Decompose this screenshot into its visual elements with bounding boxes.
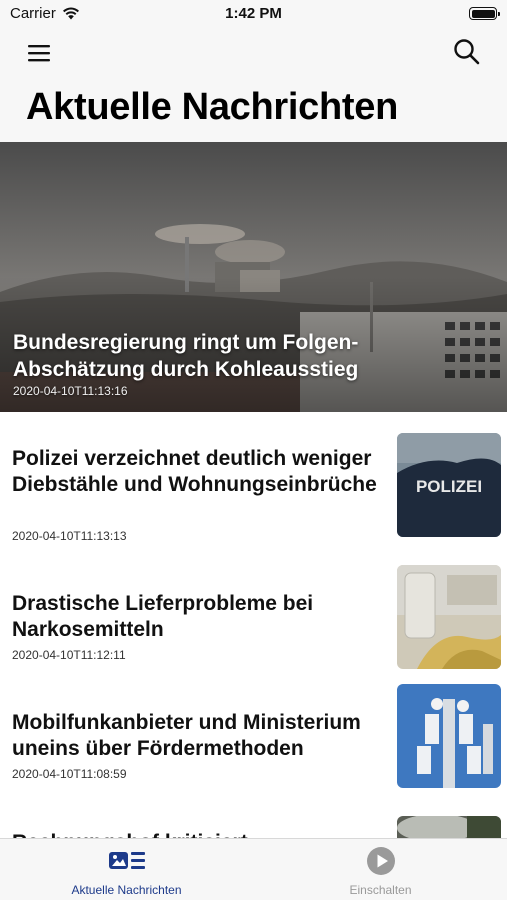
tab-label: Aktuelle Nachrichten (71, 883, 182, 897)
article-date: 2020-04-10T11:08:59 (12, 767, 127, 781)
article-thumbnail (397, 565, 501, 669)
article-title: Mobilfunkanbieter und Ministerium uneins… (12, 711, 361, 760)
list-item-article-1[interactable]: Polizei verzeichnet deutlich weniger Die… (0, 412, 507, 543)
tab-bar: Aktuelle Nachrichten Einschalten (0, 838, 507, 900)
article-title: Polizei verzeichnet deutlich weniger Die… (12, 447, 377, 496)
play-icon (366, 847, 395, 875)
article-title: Rechnungshof kritisiert (12, 830, 387, 838)
article-date: 2020-04-10T11:13:13 (12, 529, 127, 543)
page-title: Aktuelle Nachrichten (26, 86, 398, 128)
battery-icon (469, 7, 500, 20)
article-thumbnail: POLIZEI (397, 433, 501, 537)
article-title: Drastische Lieferprobleme bei Narkosemit… (12, 592, 314, 641)
article-date: 2020-04-10T11:12:11 (12, 648, 126, 662)
hero-article[interactable]: Bundesregierung ringt um Folgen-Abschätz… (0, 142, 507, 412)
tab-einschalten[interactable]: Einschalten (254, 839, 507, 900)
article-thumbnail (397, 684, 501, 788)
list-item-article-3[interactable]: Mobilfunkanbieter und Ministerium uneins… (0, 662, 507, 792)
hero-date: 2020-04-10T11:13:16 (13, 384, 128, 398)
status-bar: Carrier 1:42 PM (0, 0, 507, 28)
search-icon[interactable] (453, 38, 481, 66)
news-icon (108, 852, 145, 869)
thumbnail-text: POLIZEI (416, 477, 482, 496)
list-item-article-2[interactable]: Drastische Lieferprobleme bei Narkosemit… (0, 542, 507, 669)
tab-label: Einschalten (349, 883, 412, 897)
tab-aktuelle-nachrichten[interactable]: Aktuelle Nachrichten (0, 839, 253, 900)
navigation-bar: Aktuelle Nachrichten (0, 28, 507, 142)
list-item-article-4[interactable]: Rechnungshof kritisiert (0, 792, 507, 838)
hamburger-menu-icon[interactable] (26, 42, 54, 64)
hero-title: Bundesregierung ringt um Folgen-Abschätz… (13, 331, 359, 381)
article-thumbnail (397, 816, 501, 838)
clock: 1:42 PM (225, 5, 282, 22)
